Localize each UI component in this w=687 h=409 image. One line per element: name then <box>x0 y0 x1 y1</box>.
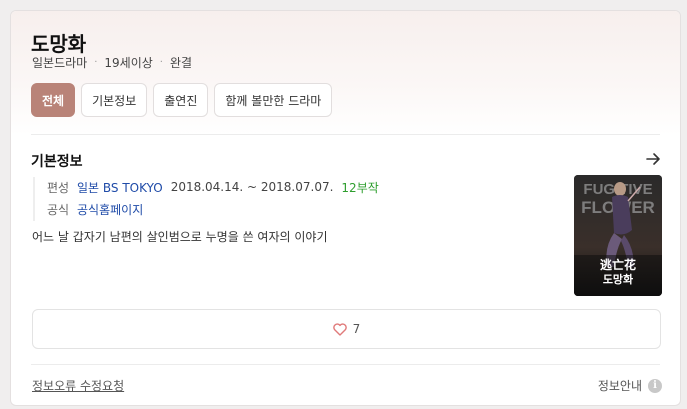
official-row: 공식 공식홈페이지 <box>47 199 379 219</box>
separator-dot: · <box>159 57 163 68</box>
poster-artwork: FUGITIVE FLOWER 逃亡花 도망화 <box>574 175 662 296</box>
tab-cast[interactable]: 출연진 <box>153 83 209 117</box>
official-key: 공식 <box>47 202 70 217</box>
schedule-key: 편성 <box>47 180 70 195</box>
info-guide[interactable]: 정보안내 i <box>598 377 662 394</box>
broadcaster-link[interactable]: 일본 BS TOKYO <box>77 179 163 196</box>
like-button[interactable]: 7 <box>32 309 661 349</box>
tab-related-dramas[interactable]: 함께 볼만한 드라마 <box>214 83 333 117</box>
synopsis: 어느 날 갑자기 남편의 살인범으로 누명을 쓴 여자의 이야기 <box>32 230 328 244</box>
status-label: 완결 <box>169 56 193 70</box>
info-guide-label: 정보안내 <box>597 379 642 393</box>
section-title: 기본정보 <box>31 154 83 170</box>
info-table: 편성 일본 BS TOKYO 2018.04.14. ~ 2018.07.07.… <box>33 177 379 221</box>
header-divider <box>31 134 660 135</box>
arrow-right-icon[interactable] <box>644 150 662 168</box>
broadcast-period: 2018.04.14. ~ 2018.07.07. <box>170 180 334 194</box>
separator-dot: · <box>94 57 98 68</box>
poster-title-ko: 도망화 <box>603 272 633 286</box>
info-icon: i <box>648 378 662 393</box>
poster-image[interactable]: FUGITIVE FLOWER 逃亡花 도망화 <box>574 175 662 296</box>
drama-title: 도망화 <box>31 32 87 56</box>
tab-basic-info[interactable]: 기본정보 <box>81 83 148 117</box>
like-count: 7 <box>352 322 361 336</box>
episode-count: 12부작 <box>341 180 379 195</box>
rating-label: 19세이상 <box>104 56 153 70</box>
poster-title-cjk: 逃亡花 <box>600 257 636 272</box>
header-area: 도망화 일본드라마 · 19세이상 · 완결 전체 기본정보 출연진 함께 볼만… <box>11 11 680 135</box>
heart-icon <box>332 322 347 336</box>
tab-all[interactable]: 전체 <box>31 83 76 117</box>
drama-info-card: 도망화 일본드라마 · 19세이상 · 완결 전체 기본정보 출연진 함께 볼만… <box>10 10 681 406</box>
official-homepage-link[interactable]: 공식홈페이지 <box>77 201 143 218</box>
drama-meta: 일본드라마 · 19세이상 · 완결 <box>32 54 192 71</box>
schedule-row: 편성 일본 BS TOKYO 2018.04.14. ~ 2018.07.07.… <box>47 177 379 197</box>
footer-divider <box>31 364 660 365</box>
genre-label: 일본드라마 <box>32 56 88 70</box>
report-error-link[interactable]: 정보오류 수정요청 <box>32 377 124 394</box>
tab-bar: 전체 기본정보 출연진 함께 볼만한 드라마 <box>31 83 333 117</box>
